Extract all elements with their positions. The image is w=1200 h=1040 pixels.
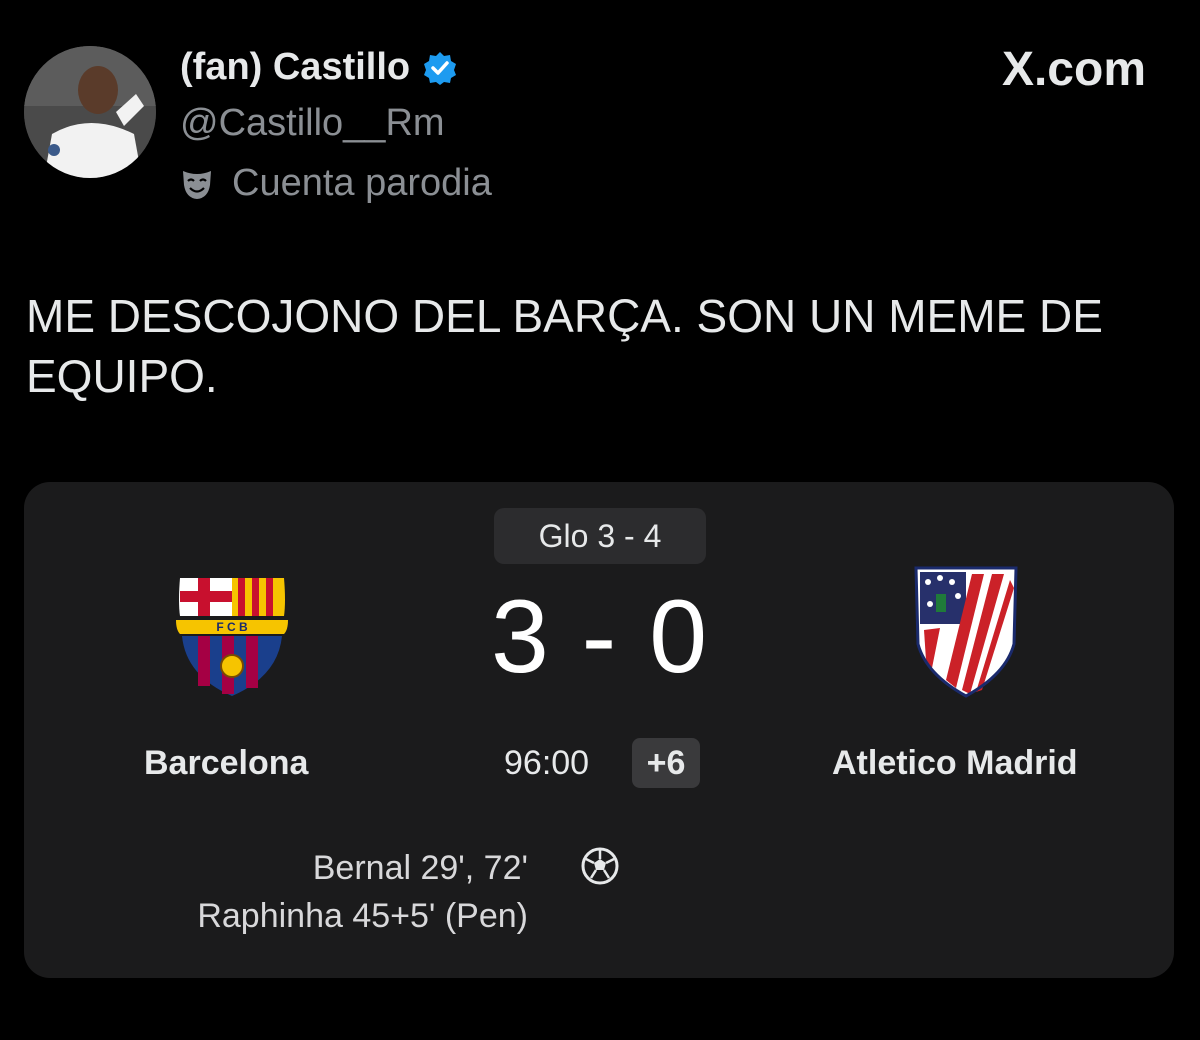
x-logo: X.com <box>1001 43 1146 96</box>
added-time-badge: +6 <box>632 738 700 788</box>
match-card[interactable]: Glo 3 - 4 F C B 3 - 0 Barcelona 96:00 +6 <box>24 482 1174 978</box>
author-name[interactable]: (fan) Castillo <box>180 46 458 89</box>
scorer-line: Bernal 29', 72' <box>312 849 528 887</box>
match-score: 3 - 0 <box>490 579 710 695</box>
avatar-image <box>24 46 156 178</box>
author-name-text: (fan) Castillo <box>180 46 411 88</box>
soccer-ball-icon <box>581 847 619 885</box>
verified-badge-icon <box>424 51 457 85</box>
atletico-crest-icon <box>914 566 1018 698</box>
tweet-text: ME DESCOJONO DEL BARÇA. SON UN MEME DE E… <box>26 290 1103 402</box>
avatar[interactable] <box>24 46 156 178</box>
barcelona-crest-icon: F C B <box>176 578 288 696</box>
away-team-name: Atletico Madrid <box>832 744 1078 782</box>
parody-mask-icon <box>183 170 211 199</box>
home-team-name: Barcelona <box>144 744 309 782</box>
parody-label: Cuenta parodia <box>180 162 492 205</box>
aggregate-score: Glo 3 - 4 <box>494 508 706 564</box>
parody-label-text: Cuenta parodia <box>232 162 492 204</box>
author-handle[interactable]: @Castillo__Rm <box>180 102 445 145</box>
svg-text:F C B: F C B <box>216 620 248 634</box>
match-clock: 96:00 <box>504 744 590 782</box>
scorer-line: Raphinha 45+5' (Pen) <box>197 897 528 935</box>
home-scorers: Bernal 29', 72' Raphinha 45+5' (Pen) <box>197 844 528 940</box>
